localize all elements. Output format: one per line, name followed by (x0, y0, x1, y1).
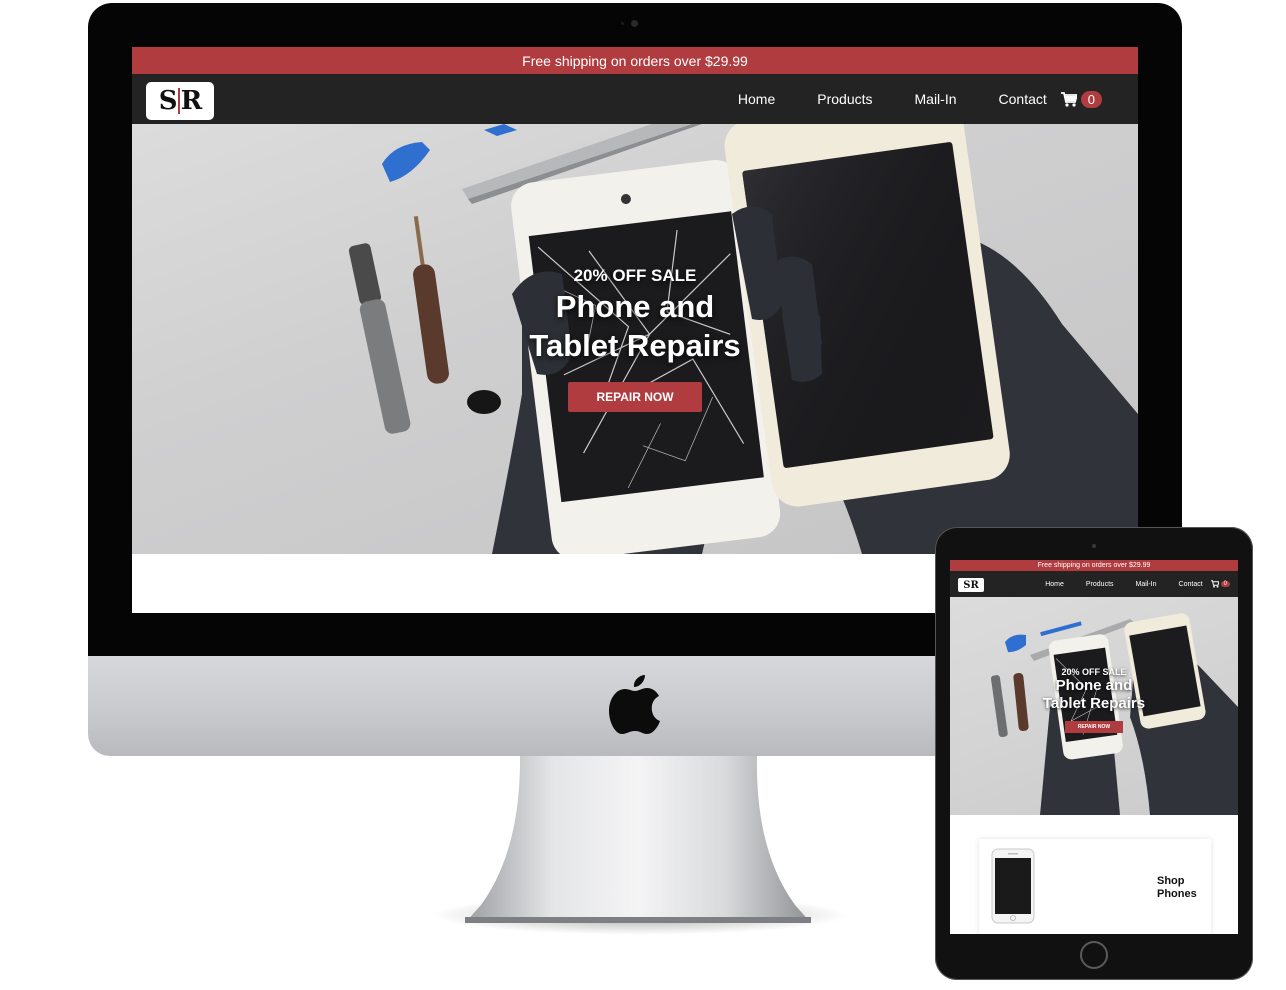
camera-icon (631, 20, 638, 27)
repair-now-button[interactable]: REPAIR NOW (568, 382, 702, 412)
tablet-site-logo[interactable]: S R (958, 578, 984, 592)
tablet-logo-letter-r: R (970, 579, 979, 591)
ambient-sensor (621, 22, 624, 25)
logo-letter-r: R (180, 86, 203, 116)
tablet-nav-products[interactable]: Products (1086, 581, 1114, 588)
tablet-nav-home[interactable]: Home (1045, 581, 1064, 588)
nav-home[interactable]: Home (738, 91, 775, 107)
tablet-hero-sale-label: 20% OFF SALE (1061, 667, 1127, 677)
hero-title-line2: Tablet Repairs (529, 328, 741, 363)
shop-phones-label: Shop Phones (1157, 875, 1207, 901)
tablet-navbar: S R Home Products Mail-In Contact 0 (950, 571, 1238, 597)
pry-pick-tool (382, 142, 430, 182)
hero-banner: 20% OFF SALE Phone and Tablet Repairs RE… (132, 124, 1138, 554)
home-button-icon (1080, 941, 1108, 969)
cart-button[interactable]: 0 (1060, 90, 1102, 108)
nav-products[interactable]: Products (817, 91, 872, 107)
navbar: S R Home Products Mail-In Contact 0 (132, 74, 1138, 124)
tablet-logo-letter-s: S (963, 579, 971, 591)
cart-count-badge: 0 (1080, 90, 1102, 108)
hero-title-line1: Phone and (555, 289, 715, 324)
apple-logo-icon (609, 675, 660, 734)
tablet-cart-button[interactable]: 0 (1210, 580, 1230, 588)
logo-divider (177, 88, 180, 114)
tablet-promo-bar: Free shipping on orders over $29.99 (950, 560, 1238, 571)
cart-icon (1060, 91, 1077, 107)
tablet-nav-links: Home Products Mail-In Contact 0 (1045, 571, 1230, 597)
ipad-device: Free shipping on orders over $29.99 S R … (935, 527, 1253, 980)
tablet-cart-icon (1210, 580, 1219, 588)
tablet-camera-icon (1092, 544, 1096, 548)
nav-mail-in[interactable]: Mail-In (915, 91, 957, 107)
site-logo[interactable]: S R (146, 82, 214, 120)
promo-bar: Free shipping on orders over $29.99 (132, 47, 1138, 74)
nav-links: Home Products Mail-In Contact 0 (738, 74, 1102, 124)
tablet-hero-text: 20% OFF SALE Phone and Tablet Repairs RE… (950, 667, 1238, 733)
tablet-repair-now-button[interactable]: REPAIR NOW (1064, 721, 1124, 733)
imac-stand (465, 755, 811, 923)
tablet-hero-title-line1: Phone and (1055, 677, 1133, 694)
tablet-screen: Free shipping on orders over $29.99 S R … (950, 560, 1238, 934)
shop-phones-line1: Shop (1157, 875, 1185, 887)
tablet-hero-title-line2: Tablet Repairs (1042, 695, 1146, 712)
hero-sale-label: 20% OFF SALE (573, 266, 697, 285)
logo-letter-s: S (158, 86, 178, 116)
shop-phones-card[interactable]: Shop Phones (979, 839, 1211, 934)
phone-thumbnail (991, 848, 1035, 924)
tablet-nav-mail-in[interactable]: Mail-In (1136, 581, 1157, 588)
tablet-hero-banner: 20% OFF SALE Phone and Tablet Repairs RE… (950, 597, 1238, 815)
hero-text: 20% OFF SALE Phone and Tablet Repairs RE… (132, 266, 1138, 412)
nav-contact[interactable]: Contact (999, 91, 1047, 107)
tablet-nav-contact[interactable]: Contact (1179, 581, 1203, 588)
tablet-cart-count-badge: 0 (1220, 581, 1230, 587)
shop-phones-line2: Phones (1157, 888, 1197, 900)
